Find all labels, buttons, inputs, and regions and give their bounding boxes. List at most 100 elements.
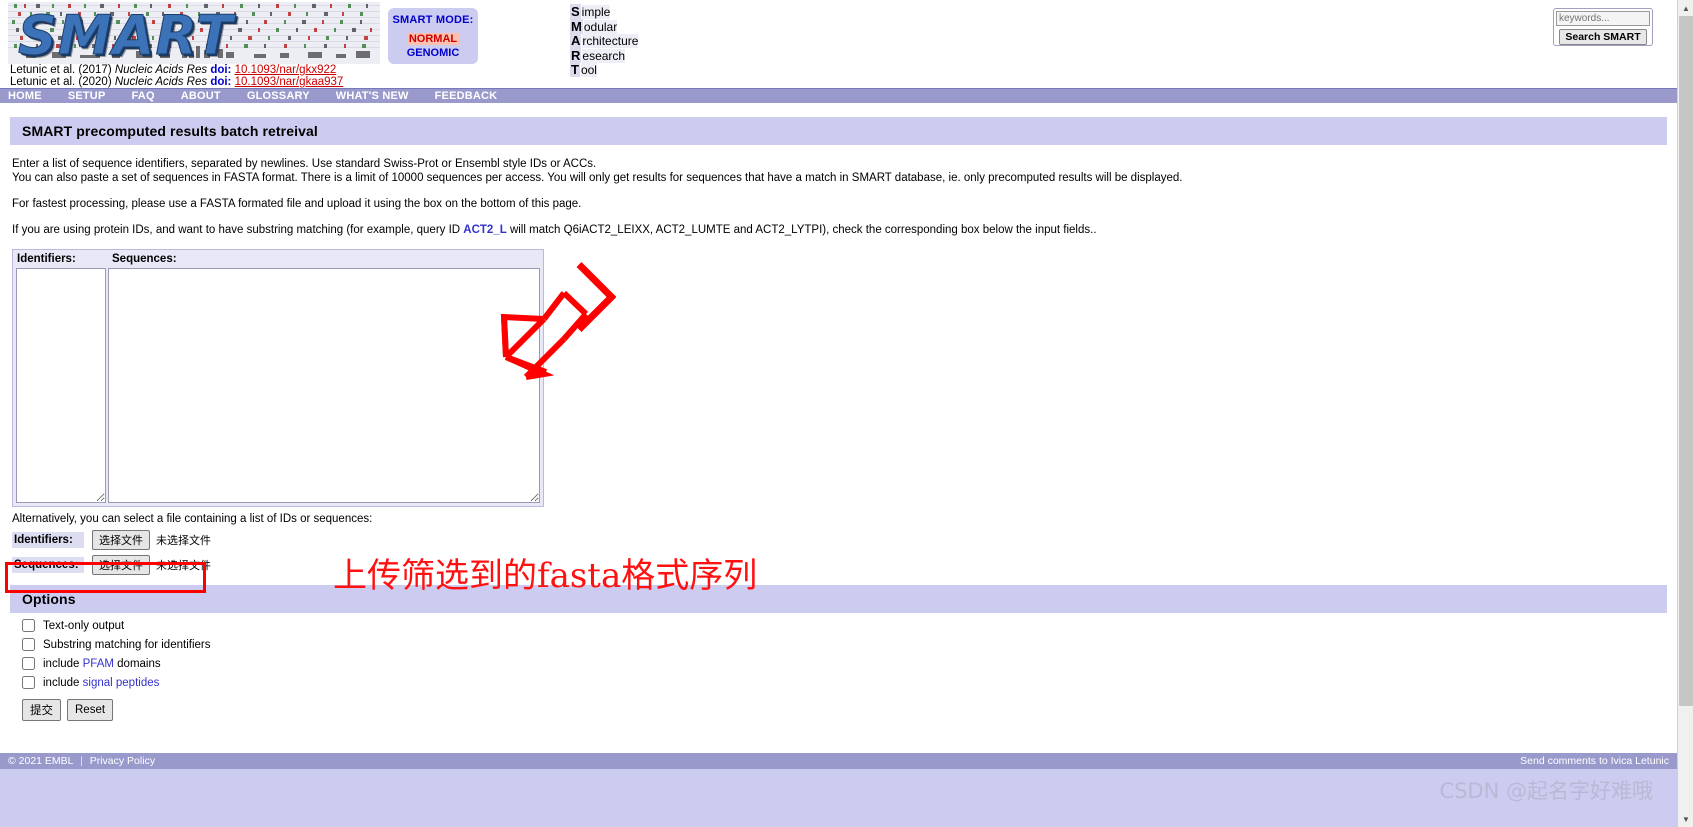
privacy-policy-link[interactable]: Privacy Policy [90,755,155,767]
submit-button[interactable]: 提交 [22,699,61,721]
nav-item-about[interactable]: ABOUT [181,90,221,102]
form-buttons: 提交 Reset [22,699,1667,721]
identifiers-upload-row: Identifiers: 选择文件 未选择文件 [12,530,1677,550]
include-signal-peptides-label[interactable]: include signal peptides [43,677,159,689]
doi-link-2020[interactable]: 10.1093/nar/gkaa937 [235,76,344,88]
text-only-output-checkbox[interactable] [22,619,35,632]
intro-paragraph-2: For fastest processing, please use a FAS… [12,198,582,210]
acronym-letter: A [570,33,582,48]
citation-journal: Nucleic Acids Res [114,76,208,88]
doi-label: doi: [210,76,232,88]
field-headers-row: Identifiers: Sequences: [13,250,543,268]
smart-mode-genomic-link[interactable]: GENOMIC [388,47,478,59]
signal-peptides-link[interactable]: signal peptides [83,677,160,689]
option-text-only-output[interactable]: Text-only output [22,613,1667,632]
option-include-signal-peptides[interactable]: include signal peptides [22,670,1667,689]
acronym-rest: esearch [582,48,626,63]
option-substring-matching[interactable]: Substring matching for identifiers [22,632,1667,651]
page-title-bar: SMART precomputed results batch retreiva… [10,117,1667,145]
footer-separator: | [80,755,83,767]
identifiers-file-name: 未选择文件 [156,535,211,547]
alternative-upload-text: Alternatively, you can select a file con… [12,513,373,525]
pfam-link[interactable]: PFAM [83,658,114,670]
acronym-line-tool: Tool [570,62,638,78]
send-comments-prefix: Send comments to [1520,755,1611,767]
citation-2020: Letunic et al. (2020) Nucleic Acids Res … [10,76,343,88]
vertical-scrollbar[interactable]: ▲ ▼ [1677,0,1693,827]
identifiers-choose-file-button[interactable]: 选择文件 [92,530,150,550]
sequences-textarea[interactable] [108,268,540,503]
footer-copyright: © 2021 EMBL [8,755,74,767]
smart-logo[interactable]: SMART [8,2,380,64]
nav-item-faq[interactable]: FAQ [132,90,155,102]
identifiers-file-input[interactable]: 选择文件 未选择文件 [92,530,211,550]
nav-item-whats-new[interactable]: WHAT'S NEW [336,90,409,102]
nav-item-home[interactable]: HOME [8,90,42,102]
input-fields-block: Identifiers: Sequences: [12,249,544,507]
substring-matching-label[interactable]: Substring matching for identifiers [43,639,210,651]
csdn-watermark: CSDN @起名字好难哦 [1439,779,1653,803]
pfam-suffix: domains [113,657,161,670]
reset-button[interactable]: Reset [67,699,114,721]
options-title: Options [10,585,1667,613]
include-pfam-label[interactable]: include PFAM domains [43,658,161,670]
browser-viewport: SMART Letunic et al. (2017) Nucleic Acid… [0,0,1693,827]
search-widget: Search SMART [1553,8,1653,46]
sequences-column [108,268,543,506]
smart-mode-title: SMART MODE: [392,14,474,26]
smart-mode-normal-link[interactable]: NORMAL [406,33,460,45]
acronym-rest: rchitecture [582,34,639,48]
logo-wordmark: SMART [17,4,234,65]
page-title: SMART precomputed results batch retreiva… [10,117,1667,145]
ivica-letunic-link[interactable]: Ivica Letunic [1611,755,1669,767]
identifiers-label: Identifiers: [17,253,76,265]
acronym-line-architecture: Architecture [570,33,639,49]
site-footer: © 2021 EMBL | Privacy Policy Send commen… [0,753,1677,769]
acronym-line-modular: Modular [570,18,638,35]
acronym-line-simple: Simple [570,4,638,20]
nav-item-glossary[interactable]: GLOSSARY [247,90,310,102]
footer-right: Send comments to Ivica Letunic [1520,755,1669,767]
include-signal-peptides-checkbox[interactable] [22,676,35,689]
field-inputs-row [13,268,543,506]
act2-l-example-link[interactable]: ACT2_L [463,224,506,236]
sequences-choose-file-button[interactable]: 选择文件 [92,555,150,575]
intro-line-1: Enter a list of sequence identifiers, se… [12,158,597,170]
scroll-down-arrow-icon[interactable]: ▼ [1678,811,1693,827]
intro-p3-after: will match Q6iACT2_LEIXX, ACT2_LUMTE and… [506,224,1097,236]
nav-item-setup[interactable]: SETUP [68,90,106,102]
citation-authors: Letunic et al. (2017) [10,64,112,76]
nav-item-feedback[interactable]: FEEDBACK [435,90,498,102]
identifiers-upload-label: Identifiers: [12,532,84,548]
acronym-letter: M [570,18,583,34]
main-content: SMART precomputed results batch retreiva… [0,117,1677,721]
page-content: SMART Letunic et al. (2017) Nucleic Acid… [0,0,1677,827]
acronym-letter: R [570,47,582,63]
acronym-rest: ool [580,63,597,77]
sequences-column-header: Sequences: [108,250,543,268]
substring-matching-checkbox[interactable] [22,638,35,651]
sequences-file-name: 未选择文件 [156,560,211,572]
options-section: Options Text-only output Substring match… [10,585,1667,721]
intro-line-2: You can also paste a set of sequences in… [12,172,1183,184]
identifiers-textarea[interactable] [16,268,106,503]
acronym-rest: odular [583,19,618,34]
intro-paragraph-1: Enter a list of sequence identifiers, se… [12,157,1677,185]
scrollbar-thumb[interactable] [1679,16,1693,706]
doi-link-2017[interactable]: 10.1093/nar/gkx922 [235,64,337,76]
intro-p3-before: If you are using protein IDs, and want t… [12,224,464,236]
search-input[interactable] [1556,11,1650,26]
intro-paragraph-3: If you are using protein IDs, and want t… [12,223,1677,237]
scroll-up-arrow-icon[interactable]: ▲ [1678,0,1693,16]
search-smart-button[interactable]: Search SMART [1559,29,1647,45]
sequences-file-input[interactable]: 选择文件 未选择文件 [92,555,211,575]
footer-background [0,769,1677,827]
doi-label: doi: [210,64,232,76]
text-only-output-label[interactable]: Text-only output [43,620,124,632]
option-include-pfam[interactable]: include PFAM domains [22,651,1667,670]
include-pfam-checkbox[interactable] [22,657,35,670]
citation-authors: Letunic et al. (2020) [10,76,112,88]
sequences-upload-label: Sequences: [12,557,84,573]
main-navigation: HOME SETUP FAQ ABOUT GLOSSARY WHAT'S NEW… [0,88,1677,103]
identifiers-column-header: Identifiers: [13,250,108,268]
